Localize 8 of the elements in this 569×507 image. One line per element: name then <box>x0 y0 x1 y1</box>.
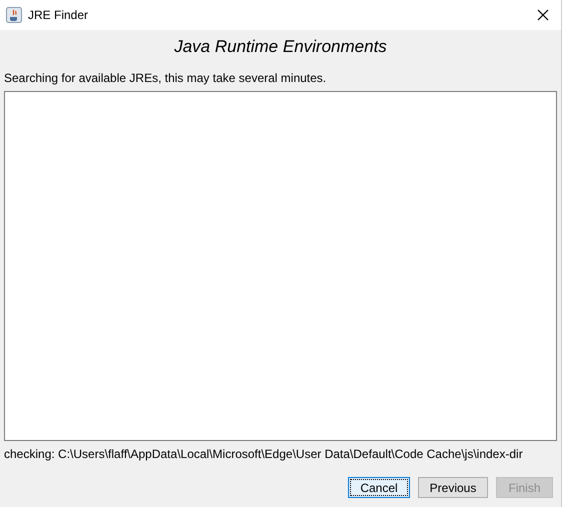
status-text: checking: C:\Users\flaff\AppData\Local\Microsoft\Edge\User Data\Default\Code Cache\js\index-dir <box>4 447 524 461</box>
dialog-heading: Java Runtime Environments <box>173 37 388 58</box>
close-icon[interactable] <box>537 9 549 21</box>
dialog-button[interactable]: Cancel <box>348 477 410 498</box>
dialog-button[interactable]: Previous <box>418 477 488 498</box>
window-title: JRE Finder <box>28 8 90 22</box>
message-text: Searching for available JREs, this may take several minutes. <box>4 71 328 86</box>
java-cup-icon <box>6 7 22 23</box>
